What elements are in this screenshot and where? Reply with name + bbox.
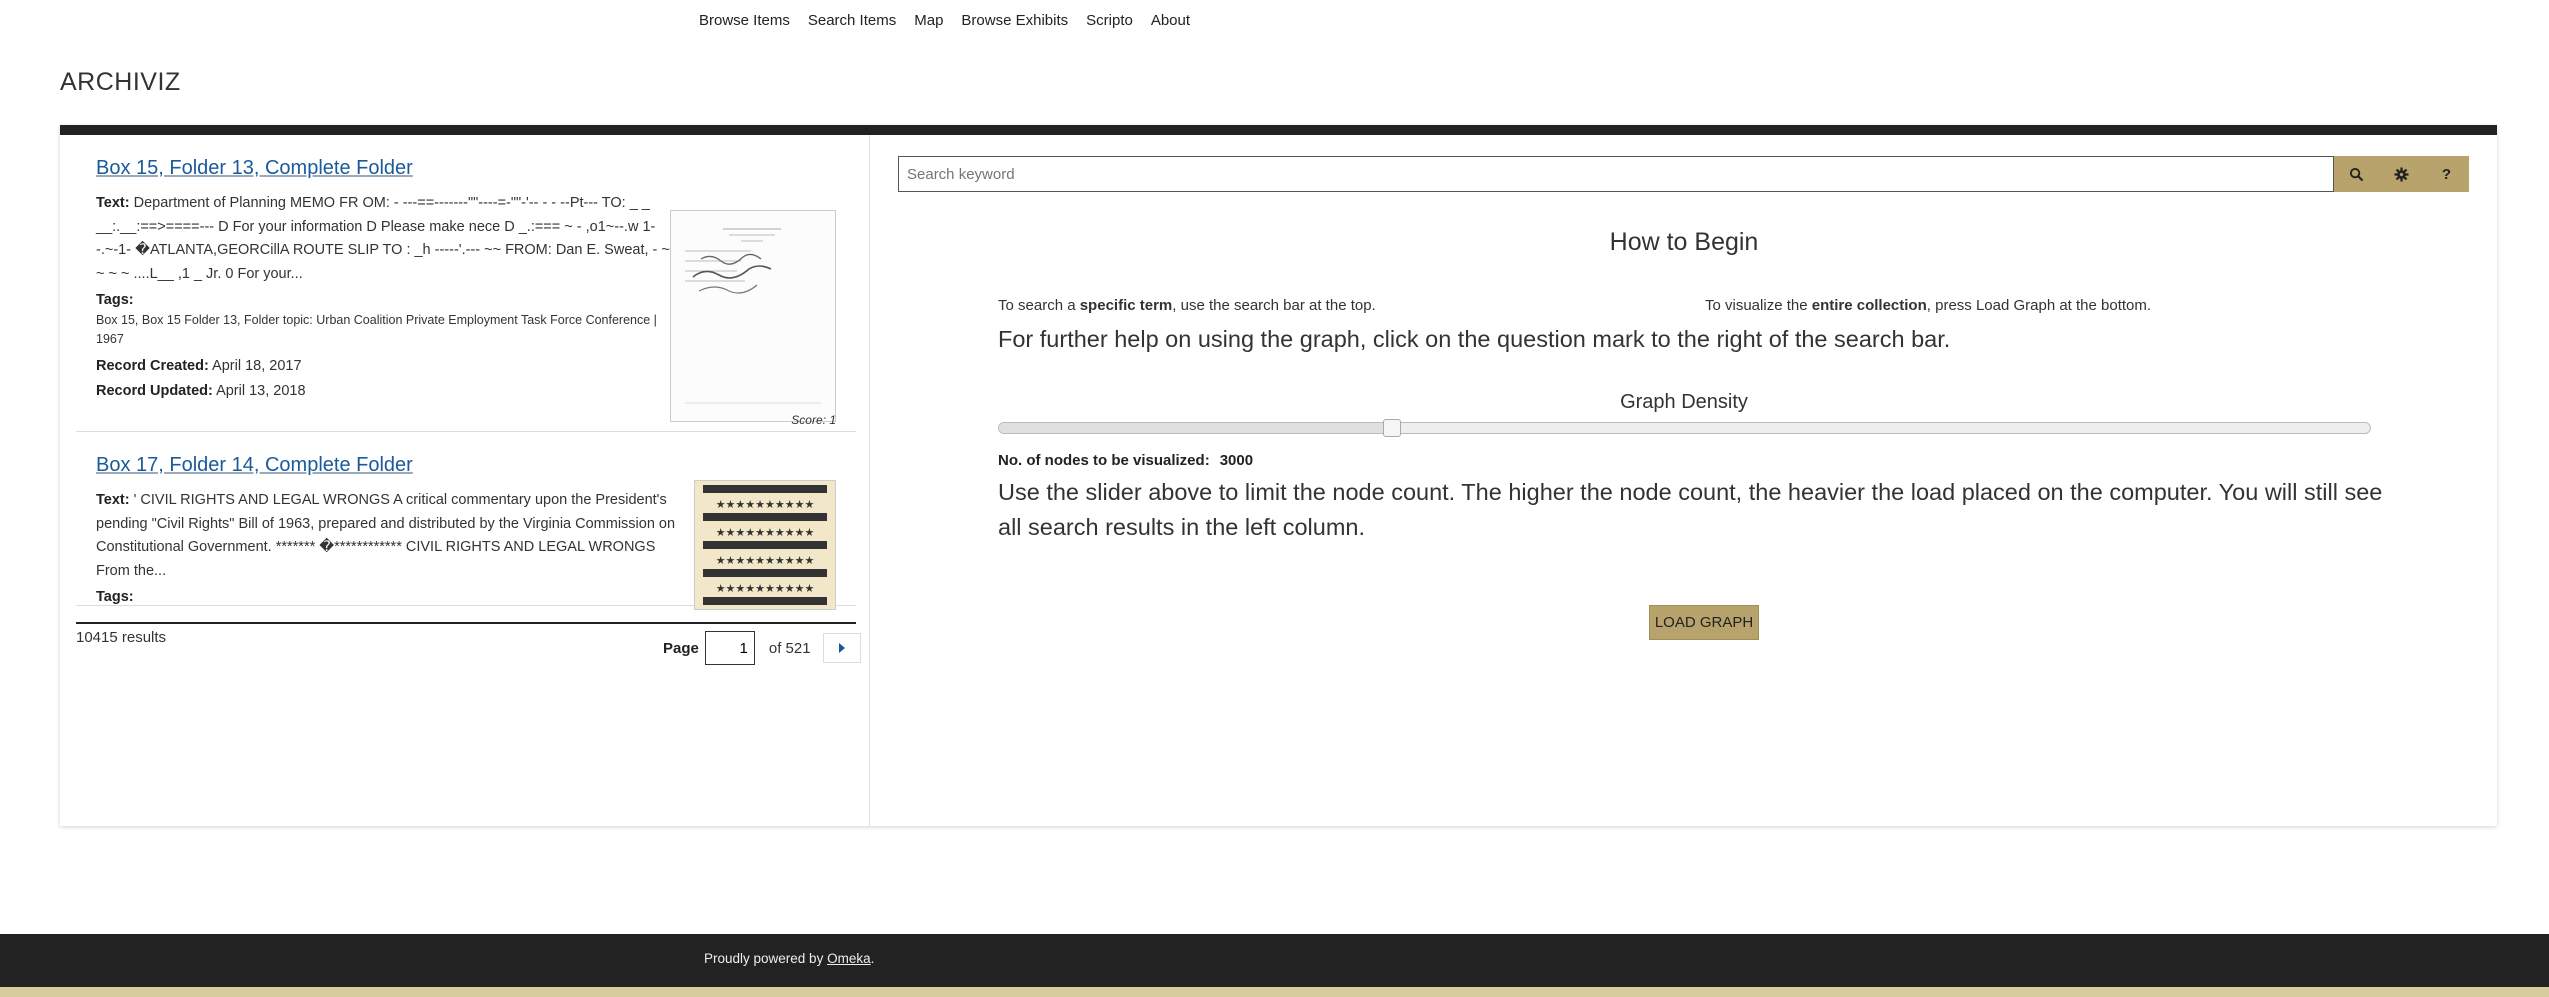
- how-to-begin-heading: How to Begin: [1609, 228, 1759, 256]
- nav-browse-items[interactable]: Browse Items: [699, 12, 790, 29]
- text-value: Department of Planning MEMO FR OM: - ---…: [96, 195, 670, 282]
- nav-scripto[interactable]: Scripto: [1086, 12, 1133, 29]
- memo-thumbnail-image: [671, 211, 835, 421]
- node-count-value: 3000: [1219, 452, 1254, 469]
- text-label: Text:: [96, 195, 130, 211]
- updated-value: April 13, 2018: [216, 383, 306, 399]
- gear-icon: [2394, 166, 2409, 182]
- tags-value: Box 15, Box 15 Folder 13, Folder topic: …: [96, 313, 657, 346]
- search-button[interactable]: [2334, 156, 2379, 192]
- results-column: Box 15, Folder 13, Complete Folder Text:…: [60, 135, 870, 826]
- question-mark-icon: ?: [2441, 165, 2452, 183]
- search-input[interactable]: [898, 156, 2334, 192]
- svg-text:★★★★★★★★★★: ★★★★★★★★★★: [716, 526, 815, 539]
- created-value: April 18, 2017: [212, 358, 302, 374]
- result-text: Text: ' CIVIL RIGHTS AND LEGAL WRONGS A …: [96, 489, 691, 583]
- graph-density-heading: Graph Density: [1620, 391, 1748, 413]
- settings-button[interactable]: [2379, 156, 2424, 192]
- omeka-link[interactable]: Omeka: [827, 951, 871, 966]
- created-label: Record Created:: [96, 358, 209, 374]
- graph-panel: ? How to Begin To search a specific term…: [871, 135, 2497, 826]
- results-list[interactable]: Box 15, Folder 13, Complete Folder Text:…: [76, 135, 856, 624]
- nav-browse-exhibits[interactable]: Browse Exhibits: [961, 12, 1068, 29]
- footer-credit: Proudly powered by Omeka.: [704, 951, 875, 966]
- document-thumbnail[interactable]: ★★★★★★★★★★ ★★★★★★★★★★ ★★★★★★★★★★ ★★★★★★★…: [694, 480, 836, 610]
- help-button[interactable]: ?: [2424, 156, 2469, 192]
- top-nav: Browse Items Search Items Map Browse Exh…: [699, 12, 1190, 29]
- search-hint: To search a specific term, use the searc…: [998, 297, 1376, 314]
- load-graph-button[interactable]: LOAD GRAPH: [1649, 605, 1759, 640]
- site-title[interactable]: ARCHIVIZ: [60, 68, 181, 97]
- nav-search-items[interactable]: Search Items: [808, 12, 896, 29]
- svg-text:★★★★★★★★★★: ★★★★★★★★★★: [716, 498, 815, 511]
- slider-fill: [999, 423, 1392, 433]
- flag-thumbnail-image: ★★★★★★★★★★ ★★★★★★★★★★ ★★★★★★★★★★ ★★★★★★★…: [695, 481, 835, 609]
- specific-term-emphasis: specific term: [1079, 297, 1173, 314]
- result-item: Box 17, Folder 14, Complete Folder Text:…: [76, 432, 856, 610]
- result-item: Box 15, Folder 13, Complete Folder Text:…: [76, 135, 856, 432]
- search-icon: [2349, 167, 2364, 181]
- node-count-readout: No. of nodes to be visualized: 3000: [998, 452, 1253, 469]
- slider-handle[interactable]: [1383, 419, 1401, 437]
- svg-text:★★★★★★★★★★: ★★★★★★★★★★: [716, 582, 815, 595]
- page-label: Page: [663, 639, 699, 657]
- result-text: Text: Department of Planning MEMO FR OM:…: [96, 192, 671, 286]
- nav-map[interactable]: Map: [914, 12, 943, 29]
- chevron-right-icon: [838, 643, 845, 653]
- visualize-hint: To visualize the entire collection, pres…: [1705, 297, 2152, 314]
- main-frame: Box 15, Folder 13, Complete Folder Text:…: [60, 125, 2497, 826]
- slider-explanation: Use the slider above to limit the node c…: [998, 479, 2383, 540]
- node-count-slider[interactable]: [998, 419, 2371, 437]
- result-title-link[interactable]: Box 15, Folder 13, Complete Folder: [96, 157, 836, 180]
- results-count: 10415 results: [76, 629, 167, 646]
- document-thumbnail[interactable]: [670, 210, 836, 422]
- footer: Proudly powered by Omeka.: [0, 934, 2549, 987]
- nav-about[interactable]: About: [1151, 12, 1190, 29]
- page-total: of 521: [768, 639, 811, 657]
- relevance-score: Score: 1: [791, 413, 836, 427]
- pagination: Page of 521: [663, 631, 861, 665]
- footer-strip: [0, 987, 2549, 997]
- text-value: ' CIVIL RIGHTS AND LEGAL WRONGS A critic…: [96, 492, 676, 579]
- next-page-button[interactable]: [822, 633, 861, 663]
- node-count-label: No. of nodes to be visualized:: [998, 452, 1210, 469]
- entire-collection-emphasis: entire collection: [1811, 297, 1927, 314]
- svg-text:★★★★★★★★★★: ★★★★★★★★★★: [716, 554, 815, 567]
- result-title-link[interactable]: Box 17, Folder 14, Complete Folder: [96, 454, 836, 477]
- updated-label: Record Updated:: [96, 383, 213, 399]
- text-label: Text:: [96, 492, 130, 508]
- page-number-input[interactable]: [704, 631, 755, 665]
- search-bar: ?: [898, 156, 2469, 192]
- further-help-text: For further help on using the graph, cli…: [998, 326, 1951, 352]
